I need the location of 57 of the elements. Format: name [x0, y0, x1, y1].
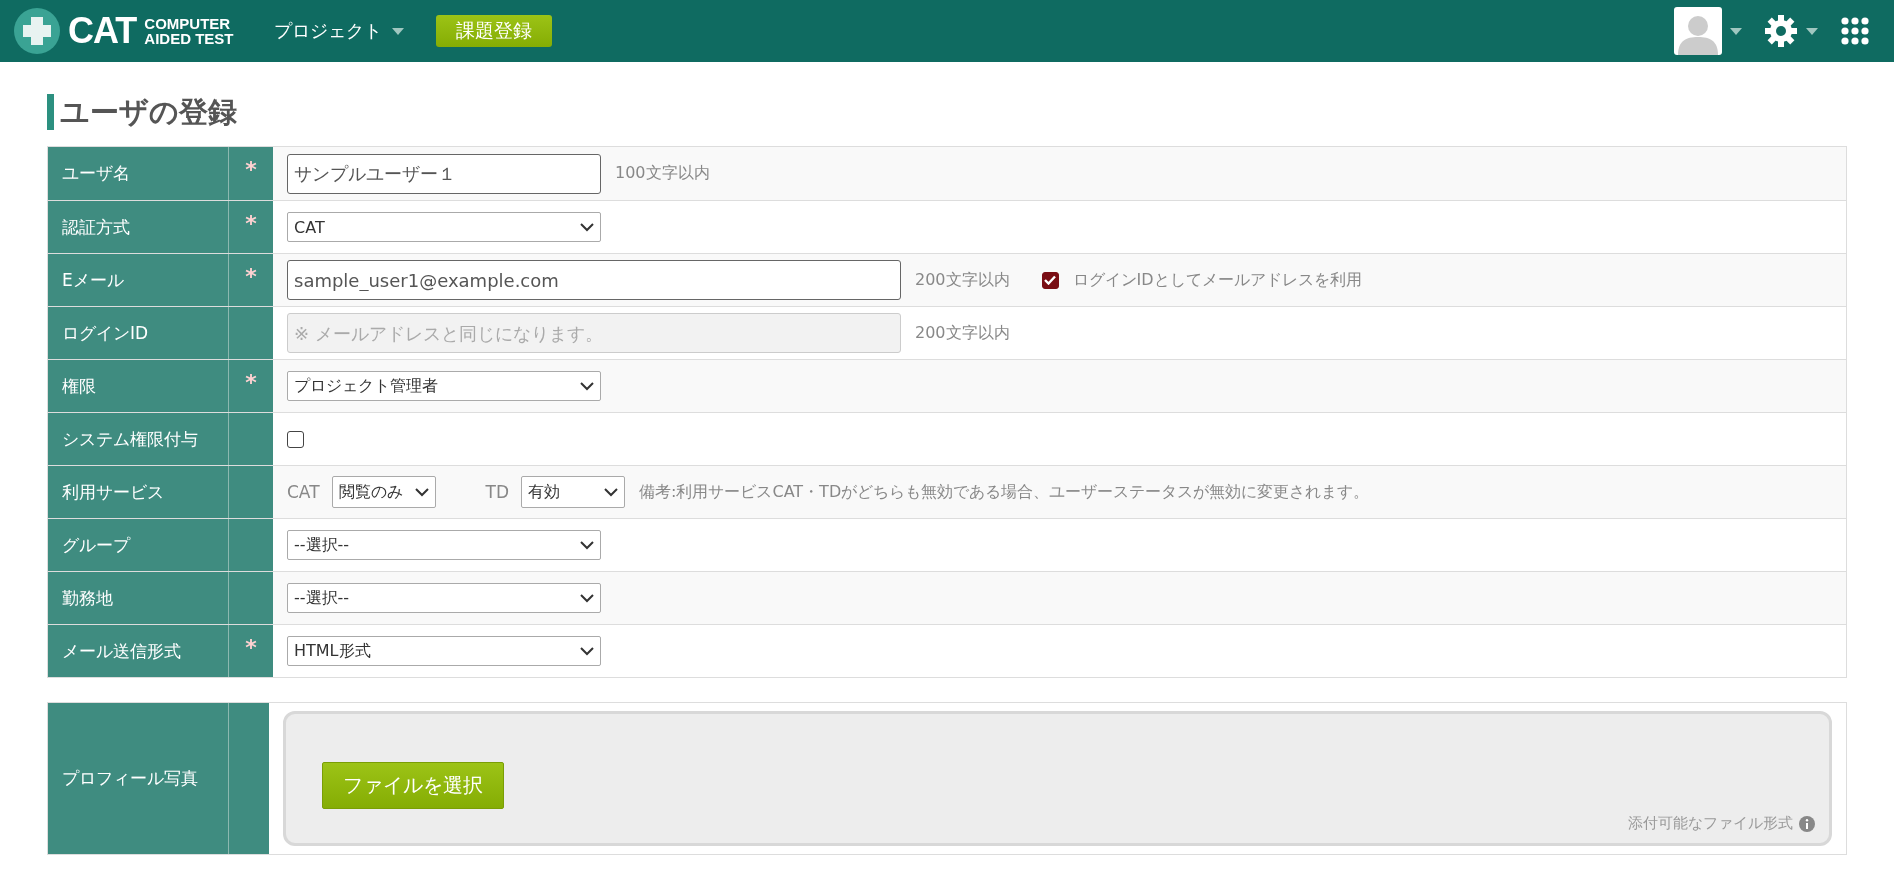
- file-formats-text: 添付可能なファイル形式: [1628, 814, 1793, 833]
- dropdown[interactable]: プロジェクト管理者: [287, 371, 601, 401]
- apps-grid-icon[interactable]: [1840, 16, 1870, 46]
- caret-icon: [1806, 27, 1818, 35]
- required-cell: [229, 466, 273, 518]
- field-label: メール送信形式: [48, 625, 229, 677]
- field-label: 勤務地: [48, 572, 229, 624]
- input-field[interactable]: sample_user1@example.com: [287, 260, 901, 300]
- field-label: 利用サービス: [48, 466, 229, 518]
- field-label: 認証方式: [48, 201, 229, 253]
- checkbox[interactable]: [1041, 271, 1059, 289]
- dropdown[interactable]: 有効: [521, 476, 626, 508]
- info-icon[interactable]: [1799, 815, 1815, 832]
- hint-text: 備考:利用サービスCAT・TDがどちらも無効である場合、ユーザーステータスが無効に変更されます。: [639, 481, 1370, 503]
- checkbox-label: ログインIDとしてメールアドレスを利用: [1072, 269, 1362, 291]
- dropdown[interactable]: --選択--: [287, 583, 601, 613]
- chevron-icon: [580, 381, 594, 391]
- required-cell: [229, 519, 273, 571]
- chevron-icon: [414, 487, 429, 497]
- project-menu[interactable]: プロジェクト: [273, 19, 404, 43]
- dropdown[interactable]: 閲覧のみ: [331, 476, 436, 508]
- logo-subtitle: COMPUTER: [144, 16, 232, 31]
- logo-subtitle: AIDED TEST: [144, 31, 234, 46]
- required-mark: *: [245, 637, 257, 659]
- chevron-icon: [580, 222, 594, 232]
- dropdown[interactable]: --選択--: [287, 530, 601, 560]
- logo-cross-icon: [14, 8, 60, 54]
- field-label: グループ: [48, 519, 229, 571]
- chevron-icon: [580, 646, 594, 656]
- user-silhouette-icon: [1678, 13, 1718, 55]
- field-label: プロフィール写真: [48, 703, 229, 854]
- chevron-icon: [604, 487, 619, 497]
- required-mark: *: [245, 266, 257, 288]
- input-field[interactable]: サンプルユーザー１: [287, 153, 601, 194]
- caret-icon: [391, 27, 404, 35]
- field-label: ユーザ名: [48, 147, 229, 200]
- dropdown[interactable]: CAT: [287, 212, 601, 242]
- hint-text: 200文字以内: [915, 269, 1010, 291]
- chevron-icon: [580, 593, 594, 603]
- caret-icon: [1730, 27, 1742, 35]
- chevron-icon: [580, 540, 594, 550]
- required-mark: *: [245, 159, 257, 181]
- checkbox[interactable]: [287, 430, 304, 448]
- required-mark: *: [245, 213, 257, 235]
- field-label: システム権限付与: [48, 413, 229, 465]
- service-label: TD: [485, 482, 510, 502]
- service-label: CAT: [287, 482, 320, 502]
- field-label: ログインID: [48, 307, 229, 359]
- required-mark: *: [245, 372, 257, 394]
- logo-text: CAT: [68, 10, 137, 52]
- page-title: ユーザの登録: [47, 94, 1847, 130]
- hint-text: 100文字以内: [615, 163, 710, 184]
- hint-text: 200文字以内: [915, 322, 1010, 344]
- settings-icon[interactable]: [1764, 14, 1798, 48]
- field-label: 権限: [48, 360, 229, 412]
- dropdown[interactable]: HTML形式: [287, 636, 601, 666]
- field-label: Eメール: [48, 254, 229, 306]
